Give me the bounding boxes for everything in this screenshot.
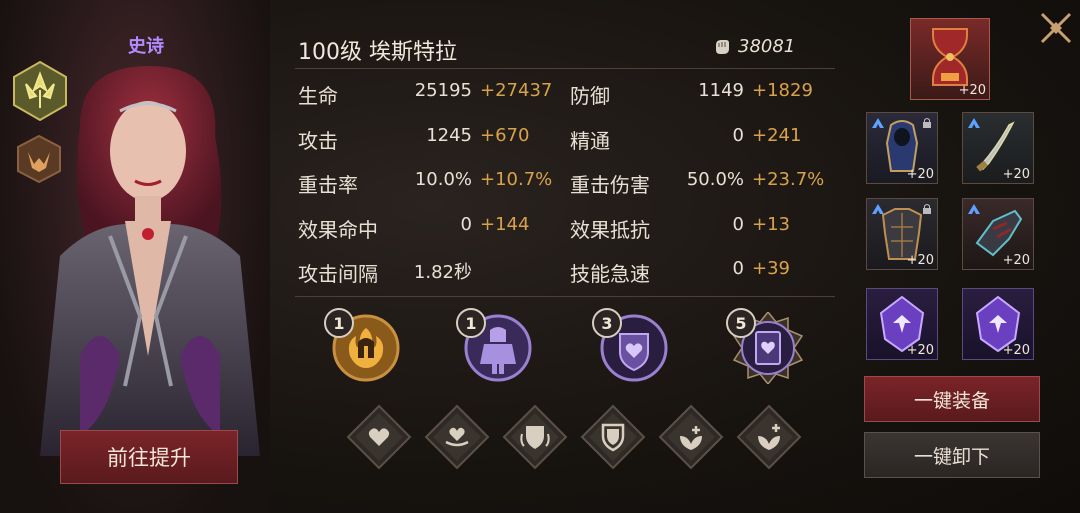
- skill-slot[interactable]: 5: [726, 308, 804, 386]
- skill-slot[interactable]: 1: [324, 308, 402, 384]
- stat-base: 0: [732, 258, 744, 279]
- skill-level-badge: 5: [726, 308, 756, 338]
- shield-icon: [502, 404, 568, 470]
- heart-hand-icon: [424, 404, 490, 470]
- rarity-label: 史诗: [128, 36, 164, 57]
- stat-base: 1149: [698, 80, 744, 101]
- stat-row: 生命 25195 +27437 防御 1149 +1829: [298, 80, 838, 125]
- stat-base: 10.0%: [414, 169, 472, 190]
- stat-name: 攻击: [298, 128, 338, 153]
- equip-level: +20: [958, 83, 986, 98]
- stats-table: 生命 25195 +27437 防御 1149 +1829 攻击 1245 +6…: [298, 80, 838, 303]
- stat-name: 技能急速: [570, 262, 650, 286]
- stat-bonus: +1829: [752, 80, 813, 101]
- stat-base: 0: [732, 124, 744, 146]
- stat-name: 生命: [298, 84, 338, 108]
- equip-slot-gloves[interactable]: +20: [962, 198, 1034, 270]
- stat-base: 25195: [414, 80, 472, 101]
- equip-level: +20: [1002, 253, 1030, 268]
- stat-name: 精通: [570, 128, 610, 153]
- hero-title: 100级 埃斯特拉: [298, 40, 457, 65]
- stat-base: 0: [732, 213, 744, 235]
- stat-bonus: +39: [752, 258, 790, 279]
- stat-row: 重击率 10.0% +10.7% 重击伤害 50.0% +23.7%: [298, 169, 838, 214]
- trait-slot[interactable]: [580, 404, 646, 470]
- leaf-plus-icon: [658, 404, 724, 470]
- power-display: 38081: [712, 36, 795, 57]
- upgrade-arrow-icon: [872, 204, 884, 214]
- equip-slot-weapon[interactable]: +20: [962, 112, 1034, 184]
- trait-slot[interactable]: [424, 404, 490, 470]
- skill-level-badge: 3: [592, 308, 622, 338]
- stat-name: 效果抵抗: [570, 217, 650, 242]
- equip-slot-artifact[interactable]: +20: [910, 18, 990, 100]
- lock-icon: [923, 204, 931, 214]
- header-divider: [295, 68, 835, 69]
- power-value: 38081: [738, 36, 796, 57]
- stat-name: 防御: [570, 84, 610, 108]
- equip-slot-armor[interactable]: +20: [866, 112, 938, 184]
- skill-slot[interactable]: 1: [456, 308, 534, 384]
- stat-name: 重击率: [298, 173, 358, 197]
- stat-bonus: +27437: [480, 80, 553, 101]
- lock-icon: [923, 118, 931, 128]
- skill-level-badge: 1: [324, 308, 354, 338]
- trait-slot[interactable]: [502, 404, 568, 470]
- trait-slot[interactable]: [736, 404, 802, 470]
- power-fist-icon: [716, 39, 729, 54]
- hero-portrait-image: [40, 66, 260, 456]
- unequip-all-button[interactable]: 一键卸下: [864, 432, 1040, 478]
- stat-bonus: +13: [752, 213, 790, 235]
- equip-slot-gem1[interactable]: +20: [866, 288, 938, 360]
- equip-level: +20: [906, 253, 934, 268]
- upgrade-arrow-icon: [872, 118, 884, 128]
- shield-outline-icon: [580, 404, 646, 470]
- heart-icon: [346, 404, 412, 470]
- stat-row: 攻击 1245 +670 精通 0 +241: [298, 125, 838, 170]
- leaf-plus-alt-icon: [736, 404, 802, 470]
- stat-bonus: +670: [480, 124, 530, 146]
- stats-divider: [295, 296, 835, 297]
- stat-name: 效果命中: [298, 217, 378, 242]
- stat-base: 1.82秒: [413, 262, 472, 283]
- stat-name: 攻击间隔: [298, 262, 378, 286]
- stat-bonus: +23.7%: [752, 169, 825, 190]
- equip-level: +20: [906, 167, 934, 182]
- equip-all-button[interactable]: 一键装备: [864, 376, 1040, 422]
- equip-slot-gem2[interactable]: +20: [962, 288, 1034, 360]
- close-icon[interactable]: [1036, 8, 1076, 48]
- stat-bonus: +144: [480, 213, 530, 235]
- equip-level: +20: [1002, 343, 1030, 358]
- stat-base: 50.0%: [686, 169, 744, 190]
- equip-level: +20: [906, 343, 934, 358]
- skill-level-badge: 1: [456, 308, 486, 338]
- stat-bonus: +241: [752, 124, 802, 146]
- stat-base: 0: [460, 213, 472, 235]
- skill-slot[interactable]: 3: [592, 308, 670, 384]
- stat-name: 重击伤害: [570, 173, 650, 197]
- trait-slot[interactable]: [658, 404, 724, 470]
- equip-slot-chest[interactable]: +20: [866, 198, 938, 270]
- equip-level: +20: [1002, 167, 1030, 182]
- upgrade-arrow-icon: [968, 118, 980, 128]
- upgrade-button[interactable]: 前往提升: [60, 430, 238, 484]
- stat-bonus: +10.7%: [480, 169, 553, 190]
- stat-base: 1245: [426, 124, 472, 146]
- trait-slot[interactable]: [346, 404, 412, 470]
- upgrade-arrow-icon: [968, 204, 980, 214]
- skills-row: 1 1 3 5: [324, 308, 830, 392]
- stat-row: 效果命中 0 +144 效果抵抗 0 +13: [298, 214, 838, 259]
